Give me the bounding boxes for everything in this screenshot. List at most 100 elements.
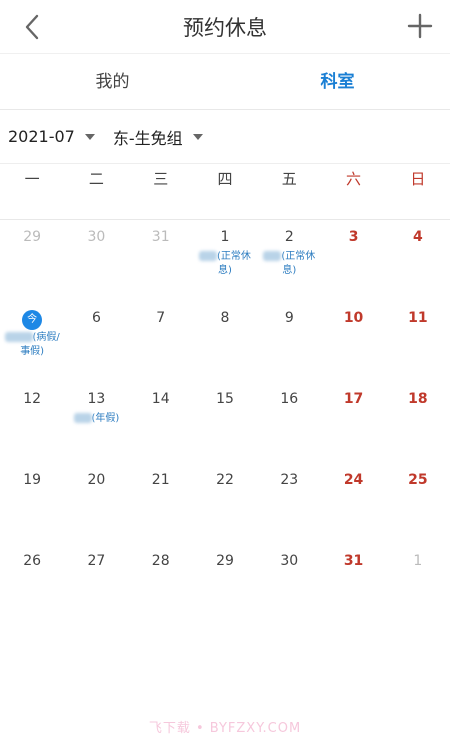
redacted-name — [4, 332, 33, 342]
calendar-day[interactable]: 今 (病假/事假) — [0, 301, 64, 382]
calendar-day[interactable]: 25 — [386, 463, 450, 544]
leave-note: (病假/事假) — [0, 331, 64, 359]
watermark: 飞下载 • BYFZXY.COM — [148, 721, 302, 736]
day-number: 28 — [151, 553, 170, 569]
leave-note: (正常休息) — [193, 250, 257, 278]
day-number: 24 — [343, 472, 364, 488]
calendar-day[interactable]: 9 — [257, 301, 321, 382]
day-number: 29 — [216, 553, 234, 569]
group-value: 东-生免组 — [112, 128, 183, 148]
group-selector[interactable]: 东-生免组 — [113, 125, 203, 149]
calendar-day[interactable]: 22 — [193, 463, 257, 544]
calendar-day[interactable]: 20 — [64, 463, 128, 544]
redacted-name — [263, 251, 282, 261]
day-number: 27 — [87, 553, 106, 569]
calendar-day[interactable]: 12 — [0, 382, 64, 463]
calendar-grid: 29 30 31 1 (正常休息) 2 (正常休息) 3 4 今 (病假/事假) 6 7 8 9 10 11 12… — [0, 220, 450, 625]
caret-down-icon — [192, 133, 203, 140]
day-number: 10 — [343, 310, 364, 326]
calendar-day[interactable]: 15 — [193, 382, 257, 463]
day-number: 4 — [412, 229, 423, 245]
leave-type: (正常休息) — [217, 251, 251, 276]
calendar-day[interactable]: 2 (正常休息) — [257, 220, 321, 301]
tab-department[interactable]: 科室 — [225, 54, 450, 109]
day-number: 11 — [408, 310, 428, 326]
calendar-day[interactable]: 3 — [321, 220, 385, 301]
calendar-day[interactable]: 6 — [64, 301, 128, 382]
calendar-day[interactable]: 4 — [386, 220, 450, 301]
calendar-day[interactable]: 8 — [193, 301, 257, 382]
calendar-day[interactable]: 13 (年假) — [64, 382, 128, 463]
day-number: 15 — [216, 391, 234, 407]
tab-bar: 我的 科室 — [0, 54, 450, 110]
calendar-day[interactable]: 30 — [257, 544, 321, 625]
leave-note: (正常休息) — [257, 250, 321, 278]
leave-note: (年假) — [64, 412, 128, 426]
calendar-day[interactable]: 21 — [129, 463, 193, 544]
weekday-label: 四 — [217, 170, 233, 188]
day-number: 9 — [284, 310, 294, 326]
day-number: 26 — [23, 553, 42, 569]
calendar-day[interactable]: 14 — [129, 382, 193, 463]
calendar-day[interactable]: 18 — [386, 382, 450, 463]
day-number: 14 — [151, 391, 170, 407]
day-number: 12 — [23, 391, 42, 407]
redacted-name — [73, 413, 92, 423]
page-title: 预约休息 — [183, 16, 267, 40]
plus-icon — [407, 13, 433, 39]
month-value: 2021-07 — [8, 127, 75, 146]
day-number: 31 — [343, 553, 364, 569]
day-number: 1 — [220, 229, 230, 245]
calendar-day[interactable]: 17 — [321, 382, 385, 463]
calendar-day[interactable]: 28 — [129, 544, 193, 625]
day-number: 19 — [23, 472, 42, 488]
weekday-label: 二 — [88, 170, 104, 188]
month-selector[interactable]: 2021-07 — [8, 127, 95, 146]
calendar-day[interactable]: 1 — [386, 544, 450, 625]
day-number: 31 — [151, 229, 170, 245]
day-number: 16 — [280, 391, 299, 407]
day-number: 6 — [91, 310, 101, 326]
weekday-label: 五 — [281, 170, 297, 188]
day-number: 8 — [220, 310, 230, 326]
redacted-name — [199, 251, 218, 261]
day-number: 21 — [151, 472, 170, 488]
calendar-day[interactable]: 23 — [257, 463, 321, 544]
calendar-day[interactable]: 29 — [0, 220, 64, 301]
calendar-day[interactable]: 26 — [0, 544, 64, 625]
calendar-day[interactable]: 11 — [386, 301, 450, 382]
weekday-label: 日 — [410, 170, 426, 188]
weekday-label: 三 — [153, 170, 169, 188]
calendar-day[interactable]: 31 — [321, 544, 385, 625]
leave-type: (年假) — [91, 413, 120, 424]
calendar-day[interactable]: 24 — [321, 463, 385, 544]
day-number: 3 — [348, 229, 359, 245]
add-button[interactable] — [406, 12, 434, 40]
day-number: 23 — [280, 472, 299, 488]
filter-bar: 2021-07 东-生免组 — [0, 110, 450, 164]
day-number: 2 — [284, 229, 294, 245]
day-number: 13 — [87, 391, 106, 407]
calendar-day[interactable]: 16 — [257, 382, 321, 463]
day-number: 29 — [23, 229, 42, 245]
day-number: 30 — [280, 553, 299, 569]
day-number: 7 — [156, 310, 166, 326]
calendar-day[interactable]: 27 — [64, 544, 128, 625]
day-number: 22 — [216, 472, 234, 488]
day-number: 20 — [87, 472, 106, 488]
day-number: 25 — [408, 472, 428, 488]
calendar-day[interactable]: 1 (正常休息) — [193, 220, 257, 301]
calendar-day[interactable]: 19 — [0, 463, 64, 544]
calendar-day[interactable]: 29 — [193, 544, 257, 625]
weekday-header: 一 二 三 四 五 六 日 — [0, 164, 450, 220]
today-badge: 今 — [22, 310, 43, 330]
day-number: 今 — [0, 309, 64, 330]
day-number: 1 — [413, 553, 423, 569]
calendar-day[interactable]: 31 — [129, 220, 193, 301]
weekday-label: 六 — [346, 170, 362, 188]
calendar-day[interactable]: 7 — [129, 301, 193, 382]
calendar-day[interactable]: 10 — [321, 301, 385, 382]
tab-mine[interactable]: 我的 — [0, 54, 225, 109]
calendar-day[interactable]: 30 — [64, 220, 128, 301]
caret-down-icon — [84, 133, 95, 140]
